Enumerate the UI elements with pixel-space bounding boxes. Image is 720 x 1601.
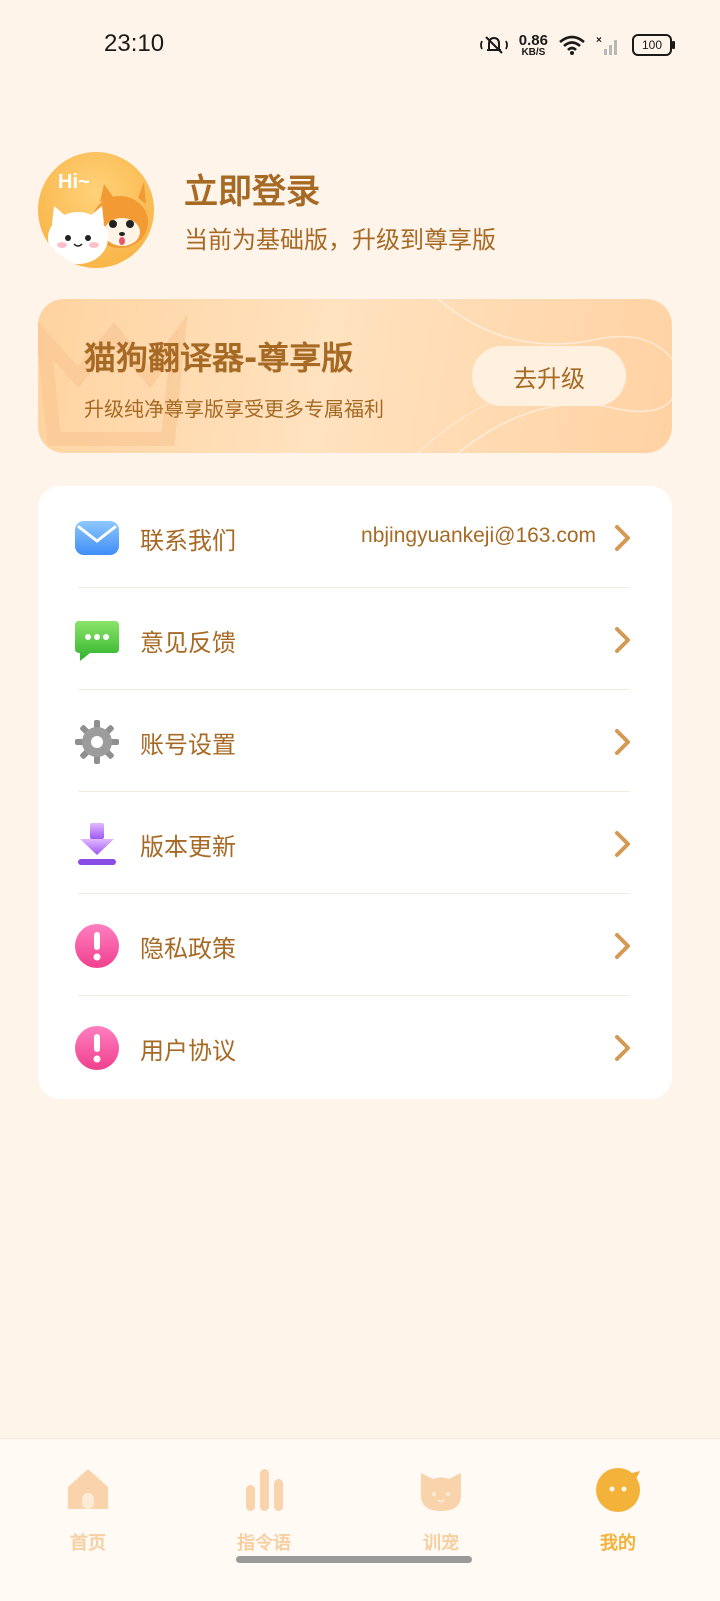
bottom-nav: 首页 指令语 训宠 我的 (0, 1438, 720, 1601)
status-time: 23:10 (104, 30, 165, 57)
status-bar: 23:10 0.86 KB/S × 100 (0, 0, 720, 88)
nav-label: 训宠 (423, 1533, 459, 1554)
nav-training[interactable]: 训宠 (391, 1457, 491, 1567)
nav-label: 我的 (600, 1533, 636, 1554)
nav-home[interactable]: 首页 (38, 1457, 138, 1567)
chevron-right-icon (615, 1035, 630, 1061)
download-icon (78, 823, 116, 865)
chevron-right-icon (615, 831, 630, 857)
menu-label: 用户协议 (140, 1037, 236, 1065)
status-icons: 0.86 KB/S × 100 (479, 28, 675, 62)
menu-item-version-update[interactable]: 版本更新 (38, 792, 672, 894)
upgrade-button[interactable]: 去升级 (472, 346, 626, 406)
menu-label: 版本更新 (140, 833, 236, 861)
chevron-right-icon (615, 729, 630, 755)
chevron-right-icon (615, 933, 630, 959)
nav-label: 首页 (70, 1533, 106, 1554)
mute-icon (479, 36, 508, 54)
login-title[interactable]: 立即登录 (184, 164, 320, 213)
nav-label: 指令语 (237, 1533, 291, 1554)
exclamation-icon (75, 924, 119, 968)
exclamation-icon (75, 1026, 119, 1070)
mail-icon (75, 521, 119, 555)
upgrade-hint: 当前为基础版，升级到尊享版 (184, 226, 496, 254)
battery-icon: 100 (632, 34, 675, 56)
net-speed-value: 0.86 (518, 31, 548, 49)
home-indicator[interactable] (236, 1556, 472, 1563)
settings-menu: 联系我们 nbjingyuankeji@163.com 意见反馈 账号设置 版本… (38, 486, 672, 1099)
menu-label: 意见反馈 (140, 629, 236, 657)
avatar-illustration: Hi~ (48, 171, 148, 264)
nav-commands[interactable]: 指令语 (214, 1457, 314, 1567)
wifi-icon (559, 35, 585, 55)
menu-item-privacy-policy[interactable]: 隐私政策 (38, 894, 672, 996)
home-icon (68, 1469, 108, 1509)
menu-label: 联系我们 (140, 527, 236, 555)
menu-item-contact-us[interactable]: 联系我们 nbjingyuankeji@163.com (38, 486, 672, 588)
vip-title: 猫狗翻译器-尊享版 (84, 339, 354, 377)
vip-subtitle: 升级纯净尊享版享受更多专属福利 (84, 397, 384, 421)
menu-item-user-agreement[interactable]: 用户协议 (38, 996, 672, 1098)
menu-label: 账号设置 (140, 731, 236, 759)
avatar[interactable]: Hi~ (38, 152, 154, 268)
svg-text:×: × (596, 35, 602, 46)
menu-item-feedback[interactable]: 意见反馈 (38, 588, 672, 690)
signal-icon: × (596, 35, 617, 55)
profile-face-icon (596, 1468, 640, 1512)
nav-mine[interactable]: 我的 (568, 1457, 668, 1567)
avatar-hi-text: Hi~ (58, 171, 90, 193)
net-speed-unit: KB/S (521, 46, 546, 58)
chevron-right-icon (615, 627, 630, 653)
net-speed: 0.86 KB/S (519, 33, 548, 58)
contact-email: nbjingyuankeji@163.com (361, 524, 596, 547)
menu-item-account-settings[interactable]: 账号设置 (38, 690, 672, 792)
chat-bubble-icon (75, 621, 119, 661)
bar-chart-icon (246, 1469, 283, 1511)
chevron-right-icon (615, 525, 630, 551)
gear-icon (75, 720, 119, 764)
vip-banner[interactable]: 猫狗翻译器-尊享版 升级纯净尊享版享受更多专属福利 去升级 (38, 299, 672, 453)
menu-label: 隐私政策 (140, 935, 236, 963)
cat-face-icon (421, 1473, 461, 1511)
